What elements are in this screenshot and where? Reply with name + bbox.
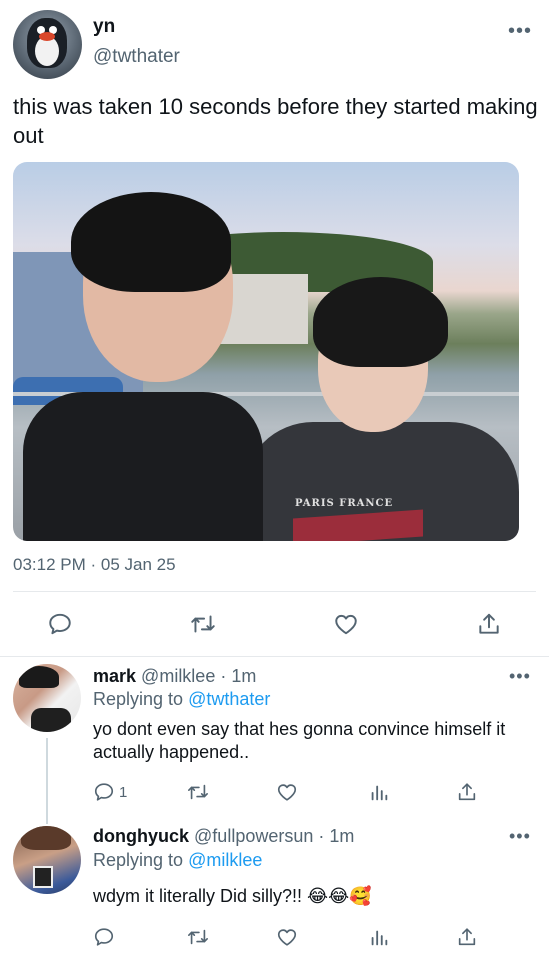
reply-icon[interactable] [93,926,115,948]
photo-person-left-hair [71,192,231,292]
retweet-icon[interactable] [186,781,210,803]
avatar[interactable] [13,10,82,79]
share-icon[interactable] [456,926,478,948]
reply-text: wdym it literally Did silly?!! 😂😂🥰 [93,886,372,906]
display-name[interactable]: yn [93,16,115,38]
penguin-beak [39,32,55,41]
more-options-icon[interactable]: ••• [508,20,532,43]
divider [13,591,536,592]
mention-link[interactable]: @milklee [188,850,262,870]
timestamp[interactable]: 03:12 PM · 05 Jan 25 [13,555,176,575]
avatar-hair [19,666,59,688]
avatar-hair [21,826,71,850]
thread-line [46,738,48,824]
avatar-phone [33,866,53,888]
like-icon[interactable] [333,611,359,637]
share-icon[interactable] [476,611,502,637]
retweet-icon[interactable] [189,611,217,637]
more-options-icon[interactable]: ••• [509,666,531,687]
photo-person-left-shirt [23,392,263,541]
reply-icon[interactable] [93,781,115,803]
display-name[interactable]: mark [93,666,136,686]
handle[interactable]: @twthater [93,46,180,68]
mention-link[interactable]: @twthater [188,689,270,709]
reply-icon[interactable] [47,611,73,637]
reply-text: yo dont even say that hes gonna convince… [93,719,506,762]
analytics-icon[interactable] [368,781,390,803]
replying-prefix: Replying to [93,850,189,870]
tweet-text: this was taken 10 seconds before they st… [13,94,538,148]
photo-shirt-text: PARIS FRANCE [295,498,394,509]
reply-author-line: donghyuck @fullpowersun · 1m [93,826,354,847]
divider [0,656,549,657]
like-icon[interactable] [276,781,298,803]
handle-time[interactable]: @milklee · 1m [141,666,256,686]
photo-person-right-hair [313,277,448,367]
share-icon[interactable] [456,781,478,803]
avatar[interactable] [13,664,81,732]
analytics-icon[interactable] [368,926,390,948]
more-options-icon[interactable]: ••• [509,826,531,847]
replying-to: Replying to @milklee [93,850,262,871]
retweet-icon[interactable] [186,926,210,948]
reply-author-line: mark @milklee · 1m [93,666,256,687]
display-name[interactable]: donghyuck [93,826,189,846]
replying-prefix: Replying to [93,689,189,709]
replying-to: Replying to @twthater [93,689,270,710]
tweet-photo[interactable]: PARIS FRANCE [13,162,519,541]
like-icon[interactable] [276,926,298,948]
handle-time[interactable]: @fullpowersun · 1m [194,826,354,846]
avatar-shirt [31,708,71,732]
reply-count: 1 [119,784,128,801]
avatar[interactable] [13,826,81,894]
